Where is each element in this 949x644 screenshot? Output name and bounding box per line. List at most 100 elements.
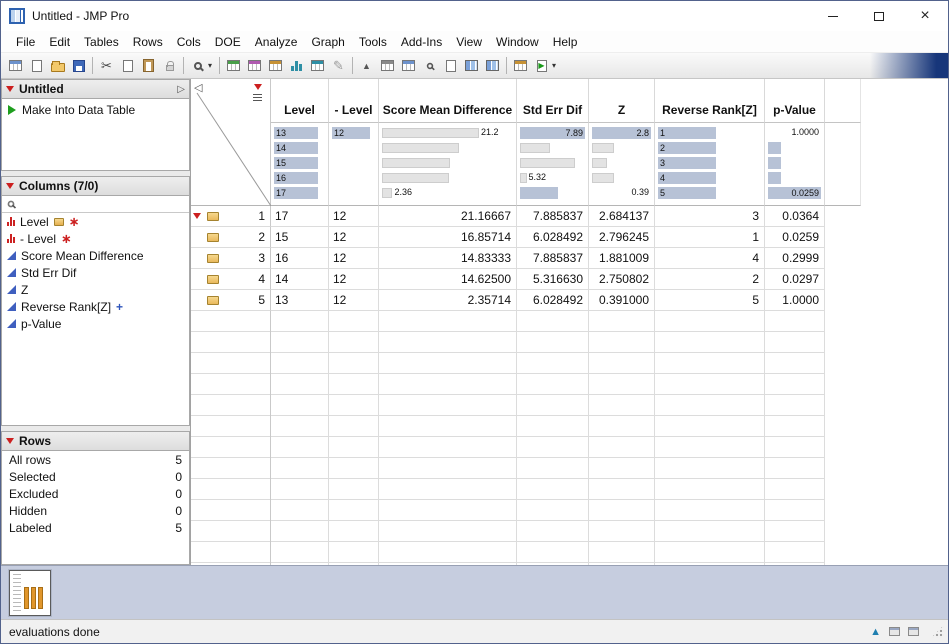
cell[interactable]: 7.885837	[517, 248, 589, 269]
column-header-level[interactable]: Level	[271, 79, 329, 123]
header-graph-reverse-rank-z[interactable]: 1 2 3 4 5	[655, 123, 765, 206]
column-header-std-err-dif[interactable]: Std Err Dif	[517, 79, 589, 123]
cell[interactable]: 14	[271, 269, 329, 290]
cell[interactable]: 21.16667	[379, 206, 517, 227]
red-triangle-menu-icon[interactable]	[6, 183, 14, 189]
row-header-1[interactable]: 1	[191, 206, 271, 227]
menu-doe[interactable]: DOE	[208, 33, 248, 51]
cell[interactable]: 16.85714	[379, 227, 517, 248]
lock-icon[interactable]	[159, 56, 180, 76]
menu-rows[interactable]: Rows	[126, 33, 170, 51]
table-panel-header[interactable]: Untitled ▷	[2, 80, 189, 99]
header-graph-neg-level[interactable]: 12	[329, 123, 379, 206]
cell[interactable]: 12	[329, 206, 379, 227]
menu-tables[interactable]: Tables	[77, 33, 126, 51]
empty-cell-region[interactable]	[765, 311, 825, 565]
cell[interactable]: 0.2999	[765, 248, 825, 269]
menu-addins[interactable]: Add-Ins	[394, 33, 449, 51]
make-into-data-table-item[interactable]: Make Into Data Table	[2, 99, 189, 121]
column-header-z[interactable]: Z	[589, 79, 655, 123]
cell[interactable]: 16	[271, 248, 329, 269]
fit-model-icon[interactable]	[307, 56, 328, 76]
columns-search-input[interactable]	[20, 197, 184, 211]
red-triangle-menu-icon[interactable]	[6, 438, 14, 444]
zoom-icon[interactable]	[187, 56, 208, 76]
empty-cell-region[interactable]	[589, 311, 655, 565]
cell[interactable]: 1.881009	[589, 248, 655, 269]
menu-cols[interactable]: Cols	[170, 33, 208, 51]
maximize-button[interactable]	[856, 1, 902, 31]
data-table-icon[interactable]	[223, 56, 244, 76]
copy-icon[interactable]	[117, 56, 138, 76]
column-item-neg-level[interactable]: - Level ∗	[2, 230, 189, 247]
rows-menu-icon[interactable]	[193, 213, 201, 219]
empty-cell-region[interactable]	[271, 311, 329, 565]
column-item-reverse-rank-z[interactable]: Reverse Rank[Z] +	[2, 298, 189, 315]
query-table-icon[interactable]	[419, 56, 440, 76]
columns-menu-icon[interactable]	[253, 84, 262, 90]
cell[interactable]: 14.83333	[379, 248, 517, 269]
column-header-score-mean-difference[interactable]: Score Mean Difference	[379, 79, 517, 123]
cell[interactable]: 3	[655, 206, 765, 227]
column-item-z[interactable]: Z	[2, 281, 189, 298]
menu-file[interactable]: File	[9, 33, 42, 51]
cell[interactable]: 1	[655, 227, 765, 248]
cell[interactable]: 4	[655, 248, 765, 269]
scroll-top-icon[interactable]: ▲	[870, 626, 881, 638]
table-view-icon[interactable]	[377, 56, 398, 76]
cell[interactable]: 2.796245	[589, 227, 655, 248]
columns-panel-header[interactable]: Columns (7/0)	[2, 177, 189, 196]
header-graph-p-value[interactable]: 1.0000 0.0259	[765, 123, 825, 206]
row-header-5[interactable]: 5	[191, 290, 271, 311]
cell[interactable]: 2.35714	[379, 290, 517, 311]
open-file-icon[interactable]	[47, 56, 68, 76]
rows-panel-header[interactable]: Rows	[2, 432, 189, 451]
sort-columns-icon[interactable]	[461, 56, 482, 76]
toolbar-options-icon[interactable]: ▾	[552, 61, 560, 70]
copy-table-icon[interactable]	[440, 56, 461, 76]
cell[interactable]: 6.028492	[517, 290, 589, 311]
column-item-std-err-dif[interactable]: Std Err Dif	[2, 264, 189, 281]
column-header-reverse-rank-z[interactable]: Reverse Rank[Z]	[655, 79, 765, 123]
cell[interactable]: 14.62500	[379, 269, 517, 290]
cell[interactable]: 2	[655, 269, 765, 290]
row-header-3[interactable]: 3	[191, 248, 271, 269]
column-item-level[interactable]: Level ∗	[2, 213, 189, 230]
menu-view[interactable]: View	[449, 33, 489, 51]
minimize-button[interactable]	[810, 1, 856, 31]
column-list-icon[interactable]	[253, 94, 262, 101]
menu-edit[interactable]: Edit	[42, 33, 77, 51]
header-graph-score-mean-difference[interactable]: 21.2 2.36	[379, 123, 517, 206]
empty-cell-region[interactable]	[379, 311, 517, 565]
empty-row-header-region[interactable]	[191, 311, 271, 565]
header-graph-z[interactable]: 2.8 0.39	[589, 123, 655, 206]
column-item-p-value[interactable]: p-Value	[2, 315, 189, 332]
cell[interactable]: 2.750802	[589, 269, 655, 290]
run-script-icon[interactable]: ▶	[531, 56, 552, 76]
menu-window[interactable]: Window	[489, 33, 546, 51]
empty-cell-region[interactable]	[517, 311, 589, 565]
window-cascade-icon[interactable]	[908, 627, 919, 636]
layout-icon[interactable]	[265, 56, 286, 76]
menu-help[interactable]: Help	[546, 33, 585, 51]
menu-tools[interactable]: Tools	[352, 33, 394, 51]
journal-icon[interactable]	[244, 56, 265, 76]
empty-cell-region[interactable]	[329, 311, 379, 565]
panel-expand-icon[interactable]: ▷	[177, 84, 185, 95]
empty-cell-region[interactable]	[655, 311, 765, 565]
row-header-2[interactable]: 2	[191, 227, 271, 248]
cell[interactable]: 1.0000	[765, 290, 825, 311]
report-thumbnail[interactable]	[9, 569, 51, 616]
cell[interactable]: 0.0364	[765, 206, 825, 227]
header-graph-level[interactable]: 13 14 15 16 17	[271, 123, 329, 206]
cell[interactable]: 5	[655, 290, 765, 311]
cell[interactable]: 2.684137	[589, 206, 655, 227]
sort-columns-2-icon[interactable]	[482, 56, 503, 76]
cell[interactable]: 15	[271, 227, 329, 248]
close-button[interactable]: ×	[902, 1, 948, 31]
cell[interactable]: 12	[329, 269, 379, 290]
menu-graph[interactable]: Graph	[304, 33, 351, 51]
paste-icon[interactable]	[138, 56, 159, 76]
table-grid-icon[interactable]	[398, 56, 419, 76]
new-journal-icon[interactable]	[26, 56, 47, 76]
